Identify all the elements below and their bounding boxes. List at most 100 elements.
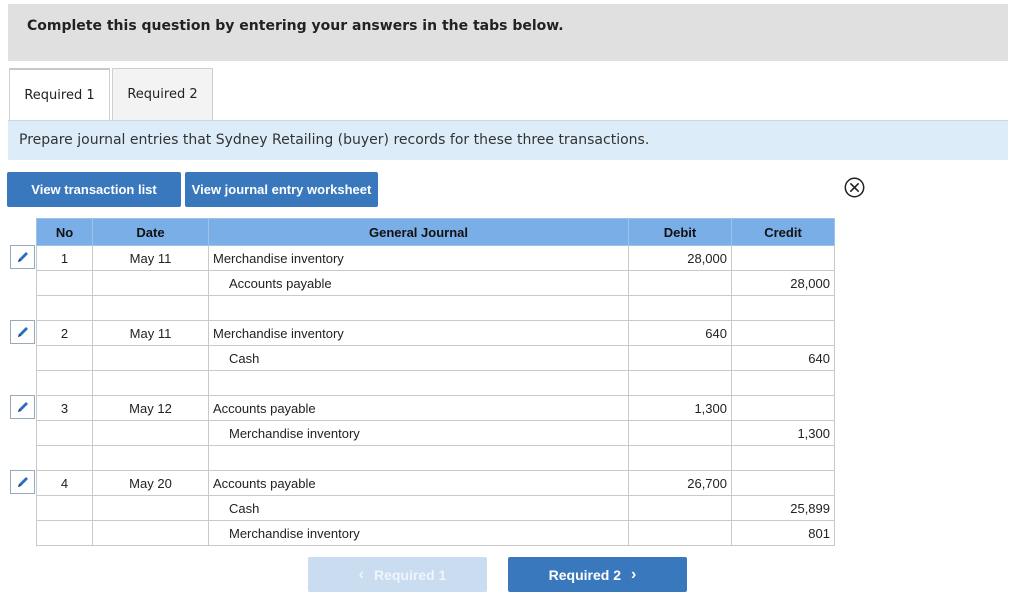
entry-number: 4 [36, 470, 93, 496]
entry-date [92, 520, 209, 546]
credit-cell [731, 395, 835, 421]
account-cell: Accounts payable [208, 270, 629, 296]
table-row: Merchandise inventory 1,300 [36, 420, 835, 446]
next-required-button[interactable]: Required 2 › [508, 557, 687, 592]
entry-date [92, 345, 209, 371]
debit-cell [628, 420, 732, 446]
empty-cell [731, 370, 835, 396]
credit-cell [731, 245, 835, 271]
entry-date [92, 270, 209, 296]
empty-cell [628, 295, 732, 321]
journal-body: 1 May 11 Merchandise inventory 28,000 Accoun… [36, 245, 835, 546]
account-cell: Accounts payable [208, 395, 629, 421]
account-cell: Merchandise inventory [208, 245, 629, 271]
empty-cell [92, 295, 209, 321]
credit-cell [731, 470, 835, 496]
account-cell: Cash [208, 495, 629, 521]
empty-cell [208, 370, 629, 396]
tab-required-1[interactable]: Required 1 [9, 68, 110, 120]
view-transaction-list-button[interactable]: View transaction list [7, 172, 181, 207]
debit-cell [628, 345, 732, 371]
pencil-icon[interactable] [10, 320, 35, 344]
pencil-icon[interactable] [10, 470, 35, 494]
previous-label: Required 1 [373, 566, 447, 583]
entry-number [36, 420, 93, 446]
empty-cell [92, 445, 209, 471]
entry-date: May 12 [92, 395, 209, 421]
header-no: No [36, 218, 93, 246]
empty-cell [36, 295, 93, 321]
next-label: Required 2 [548, 566, 622, 583]
close-icon[interactable] [844, 177, 865, 198]
entry-number: 1 [36, 245, 93, 271]
debit-cell: 1,300 [628, 395, 732, 421]
table-row: 3 May 12 Accounts payable 1,300 [36, 395, 835, 421]
general-journal-table: No Date General Journal Debit Credit 1 Ma… [36, 218, 835, 546]
debit-cell: 26,700 [628, 470, 732, 496]
previous-required-button[interactable]: ‹ Required 1 [308, 557, 487, 592]
empty-cell [731, 295, 835, 321]
credit-cell [731, 320, 835, 346]
account-cell: Merchandise inventory [208, 320, 629, 346]
chevron-left-icon: ‹ [358, 565, 364, 583]
debit-cell [628, 270, 732, 296]
empty-cell [628, 370, 732, 396]
account-cell: Merchandise inventory [208, 520, 629, 546]
debit-cell: 640 [628, 320, 732, 346]
empty-cell [208, 295, 629, 321]
entry-date: May 11 [92, 320, 209, 346]
table-row [36, 445, 835, 471]
credit-cell: 1,300 [731, 420, 835, 446]
banner-text: Complete this question by entering your … [27, 18, 564, 34]
credit-cell: 801 [731, 520, 835, 546]
view-journal-entry-worksheet-button[interactable]: View journal entry worksheet [185, 172, 378, 207]
table-row: Merchandise inventory 801 [36, 520, 835, 546]
table-row [36, 295, 835, 321]
pencil-icon[interactable] [10, 395, 35, 419]
table-row: 1 May 11 Merchandise inventory 28,000 [36, 245, 835, 271]
header-debit: Debit [628, 218, 732, 246]
empty-cell [208, 445, 629, 471]
entry-number [36, 270, 93, 296]
instructions-banner: Complete this question by entering your … [8, 4, 1008, 61]
credit-cell: 28,000 [731, 270, 835, 296]
header-credit: Credit [731, 218, 835, 246]
entry-number [36, 520, 93, 546]
account-cell: Cash [208, 345, 629, 371]
debit-cell [628, 520, 732, 546]
pencil-icon[interactable] [10, 245, 35, 269]
account-cell: Accounts payable [208, 470, 629, 496]
debit-cell [628, 495, 732, 521]
entry-number [36, 495, 93, 521]
entry-date [92, 495, 209, 521]
entry-date: May 20 [92, 470, 209, 496]
empty-cell [628, 445, 732, 471]
prompt-text: Prepare journal entries that Sydney Reta… [19, 132, 650, 148]
chevron-right-icon: › [631, 565, 637, 583]
question-prompt: Prepare journal entries that Sydney Reta… [8, 120, 1008, 160]
tab-required-2[interactable]: Required 2 [112, 68, 213, 120]
entry-number [36, 345, 93, 371]
empty-cell [731, 445, 835, 471]
credit-cell: 640 [731, 345, 835, 371]
empty-cell [36, 445, 93, 471]
table-row: Cash 25,899 [36, 495, 835, 521]
table-row: 2 May 11 Merchandise inventory 640 [36, 320, 835, 346]
tab-label: Required 2 [127, 87, 198, 102]
entry-number: 3 [36, 395, 93, 421]
table-row: Cash 640 [36, 345, 835, 371]
table-row: 4 May 20 Accounts payable 26,700 [36, 470, 835, 496]
entry-number: 2 [36, 320, 93, 346]
empty-cell [92, 370, 209, 396]
table-row [36, 370, 835, 396]
empty-cell [36, 370, 93, 396]
table-header-row: No Date General Journal Debit Credit [36, 218, 835, 246]
table-row: Accounts payable 28,000 [36, 270, 835, 296]
debit-cell: 28,000 [628, 245, 732, 271]
tab-label: Required 1 [24, 87, 95, 103]
account-cell: Merchandise inventory [208, 420, 629, 446]
header-general-journal: General Journal [208, 218, 629, 246]
entry-date [92, 420, 209, 446]
credit-cell: 25,899 [731, 495, 835, 521]
header-date: Date [92, 218, 209, 246]
